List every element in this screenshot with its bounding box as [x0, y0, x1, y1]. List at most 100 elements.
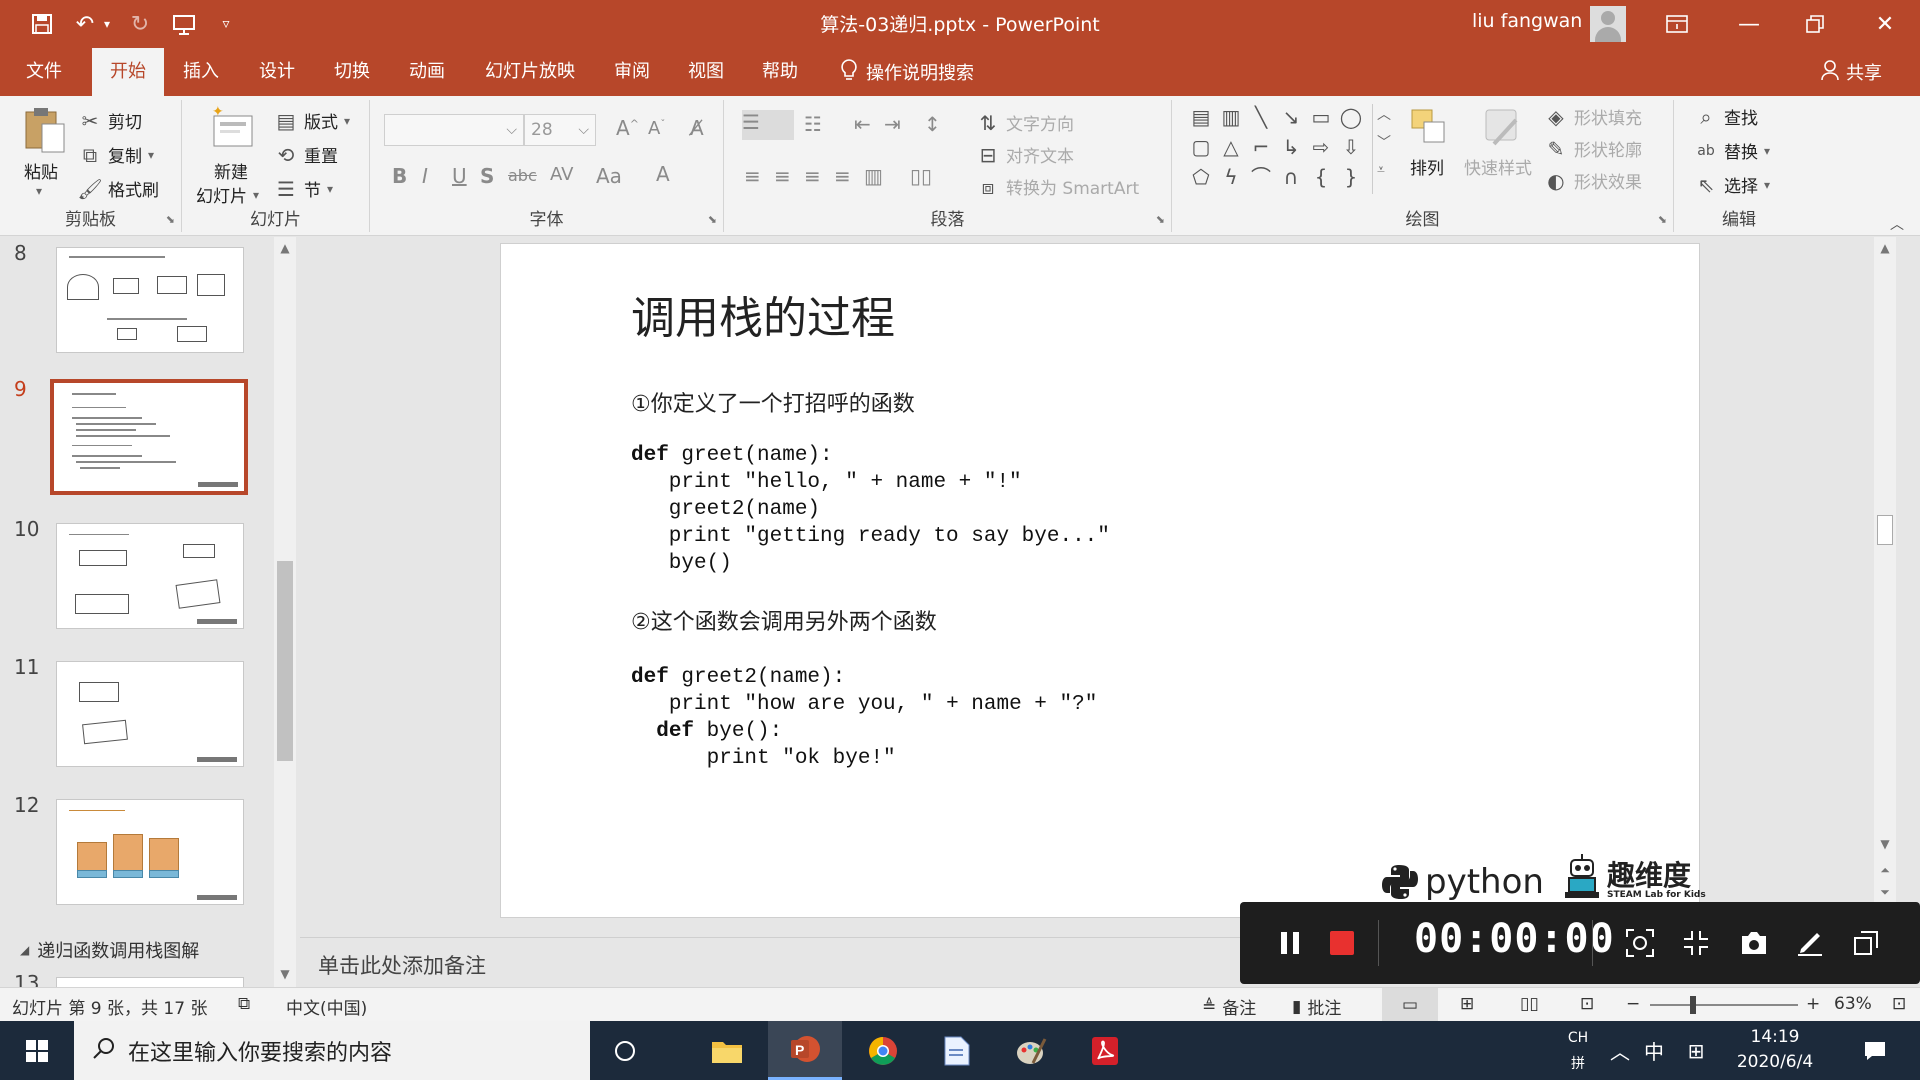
- tab-slideshow[interactable]: 幻灯片放映: [474, 48, 586, 96]
- close-icon[interactable]: ✕: [1852, 0, 1918, 48]
- chevron-up-icon[interactable]: ︿: [1377, 104, 1391, 124]
- avatar[interactable]: [1590, 6, 1626, 42]
- tab-view[interactable]: 视图: [674, 48, 738, 96]
- user-name[interactable]: liu fangwan: [1472, 10, 1582, 32]
- minimize-icon[interactable]: —: [1716, 0, 1782, 48]
- paste-dropdown-icon[interactable]: ▾: [36, 184, 42, 198]
- notification-center-icon[interactable]: [1850, 1021, 1900, 1080]
- decrease-indent-icon[interactable]: ⇤: [854, 112, 871, 136]
- camera-icon[interactable]: [1734, 922, 1774, 964]
- align-left-icon[interactable]: ≡: [744, 164, 761, 188]
- slide-thumbnail-12[interactable]: [56, 799, 244, 905]
- curve-shape-icon[interactable]: ∩: [1278, 164, 1304, 190]
- clear-formatting-icon[interactable]: A̸: [690, 116, 704, 140]
- collapse-ribbon-icon[interactable]: ︿: [1890, 214, 1904, 234]
- step-1-text[interactable]: ①你定义了一个打招呼的函数: [631, 386, 915, 418]
- italic-icon[interactable]: I: [422, 164, 428, 188]
- distributed-icon[interactable]: ▥: [864, 164, 883, 188]
- change-case-button[interactable]: Aa: [596, 164, 622, 188]
- vertical-textbox-shape-icon[interactable]: ▥: [1218, 104, 1244, 130]
- select-button[interactable]: ⇖ 选择 ▾: [1694, 172, 1770, 198]
- scroll-up-icon[interactable]: ▲: [1874, 241, 1896, 255]
- thumbnail-scrollbar[interactable]: ▲ ▼: [274, 237, 296, 987]
- editor-scrollbar[interactable]: ▲ ▼ ⏶ ⏷: [1874, 237, 1896, 937]
- convert-smartart-button[interactable]: ⧈ 转换为 SmartArt: [976, 174, 1140, 200]
- slideshow-view-icon[interactable]: ⊡: [1580, 994, 1594, 1014]
- pause-recording-icon[interactable]: [1270, 922, 1310, 964]
- elbow-arrow-icon[interactable]: ↳: [1278, 134, 1304, 160]
- scrollbar-thumb[interactable]: [1877, 515, 1893, 545]
- increase-indent-icon[interactable]: ⇥: [884, 112, 901, 136]
- tab-home[interactable]: 开始: [92, 48, 164, 96]
- arc-shape-icon[interactable]: ⌒: [1248, 164, 1274, 190]
- fullscreen-icon[interactable]: [1676, 922, 1716, 964]
- right-arrow-shape-icon[interactable]: ⇨: [1308, 134, 1334, 160]
- previous-slide-icon[interactable]: ⏶: [1874, 863, 1896, 878]
- slide-thumbnail-11[interactable]: [56, 661, 244, 767]
- font-size-combo[interactable]: 28 ⌵: [524, 114, 596, 146]
- normal-view-icon[interactable]: ▭: [1382, 988, 1438, 1021]
- zoom-slider[interactable]: [1650, 1004, 1798, 1006]
- more-shapes-icon[interactable]: ⩡: [1377, 162, 1385, 178]
- code-block-1[interactable]: def greet(name): print "hello, " + name …: [631, 442, 1110, 577]
- right-brace-shape-icon[interactable]: }: [1338, 164, 1364, 190]
- task-view-icon[interactable]: [588, 1021, 662, 1080]
- strikethrough-icon[interactable]: abc: [508, 166, 537, 185]
- chevron-down-icon[interactable]: ﹀: [1377, 132, 1391, 152]
- slide-thumbnail-9[interactable]: [50, 379, 248, 495]
- dialog-launcher-icon[interactable]: ⬊: [1156, 213, 1165, 226]
- quick-styles-button[interactable]: 快速样式: [1464, 154, 1532, 179]
- region-capture-icon[interactable]: [1620, 922, 1660, 964]
- slide-canvas[interactable]: 调用栈的过程 ①你定义了一个打招呼的函数 def greet(name): pr…: [500, 243, 1706, 918]
- line-shape-icon[interactable]: ╲: [1248, 104, 1274, 130]
- document-app-icon[interactable]: [920, 1021, 994, 1080]
- scroll-down-icon[interactable]: ▼: [274, 967, 296, 981]
- underline-icon[interactable]: U: [452, 164, 467, 188]
- slide-thumbnail-8[interactable]: [56, 247, 244, 353]
- elbow-connector-icon[interactable]: ⌐: [1248, 134, 1274, 160]
- restore-icon[interactable]: [1782, 0, 1848, 48]
- powerpoint-taskbar-icon[interactable]: P: [768, 1021, 842, 1080]
- slide-sorter-view-icon[interactable]: ⊞: [1460, 994, 1474, 1014]
- triangle-shape-icon[interactable]: △: [1218, 134, 1244, 160]
- share-button[interactable]: 共享: [1820, 48, 1882, 96]
- taskbar-clock[interactable]: 14:19 2020/6/4: [1720, 1025, 1830, 1075]
- line-spacing-icon[interactable]: ↕: [924, 112, 941, 136]
- tab-design[interactable]: 设计: [244, 48, 310, 96]
- fit-slide-icon[interactable]: ⊡: [1892, 994, 1906, 1014]
- file-explorer-icon[interactable]: [690, 1021, 764, 1080]
- arrange-icon[interactable]: [1408, 106, 1452, 154]
- spellcheck-icon[interactable]: ⧉: [238, 994, 250, 1014]
- ime-indicator[interactable]: CH 拼: [1560, 1021, 1596, 1080]
- pen-annotate-icon[interactable]: [1790, 922, 1830, 964]
- dialog-launcher-icon[interactable]: ⬊: [708, 213, 717, 226]
- shape-outline-button[interactable]: ✎ 形状轮廓: [1544, 136, 1642, 162]
- zoom-level[interactable]: 63%: [1834, 994, 1872, 1014]
- ribbon-display-options-icon[interactable]: [1644, 0, 1710, 48]
- rounded-rect-shape-icon[interactable]: ▢: [1188, 134, 1214, 160]
- slide-title[interactable]: 调用栈的过程: [631, 282, 895, 346]
- code-block-2[interactable]: def greet2(name): print "how are you, " …: [631, 664, 1097, 772]
- rectangle-shape-icon[interactable]: ▭: [1308, 104, 1334, 130]
- text-direction-button[interactable]: ⇅ 文字方向: [976, 110, 1074, 136]
- reading-view-icon[interactable]: ▯▯: [1520, 994, 1539, 1014]
- slide-thumbnail-13-partial[interactable]: [56, 977, 244, 987]
- replace-button[interactable]: ab 替换 ▾: [1694, 138, 1770, 164]
- ime-keyboard-icon[interactable]: ⊞: [1678, 1021, 1714, 1080]
- windows-start-icon[interactable]: [0, 1021, 74, 1080]
- chrome-icon[interactable]: [846, 1021, 920, 1080]
- bold-icon[interactable]: B: [392, 164, 407, 188]
- new-slide-button[interactable]: 幻灯片 ▾: [196, 182, 259, 207]
- tab-help[interactable]: 帮助: [748, 48, 812, 96]
- slide-thumbnail-10[interactable]: [56, 523, 244, 629]
- section-button[interactable]: ☰ 节 ▾: [274, 176, 333, 202]
- format-painter-button[interactable]: 🖌 格式刷: [77, 176, 159, 202]
- shrink-font-icon[interactable]: Aˇ: [648, 118, 665, 139]
- scribble-shape-icon[interactable]: ϟ: [1218, 164, 1244, 190]
- tab-insert[interactable]: 插入: [168, 48, 234, 96]
- grow-font-icon[interactable]: A^: [616, 116, 639, 140]
- columns-icon[interactable]: ▯▯: [910, 164, 932, 188]
- language-status[interactable]: 中文(中国): [286, 994, 367, 1019]
- copy-button[interactable]: ⧉ 复制 ▾: [78, 142, 154, 168]
- font-color-icon[interactable]: A: [656, 162, 670, 186]
